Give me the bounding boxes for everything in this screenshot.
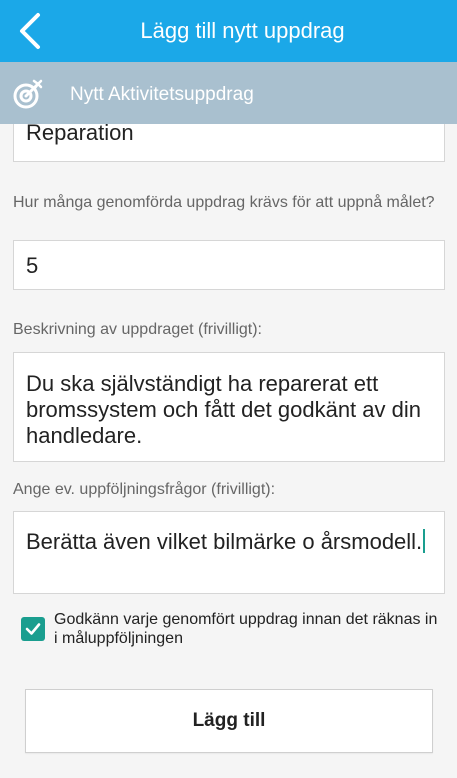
text-cursor	[423, 529, 426, 553]
page-title: Lägg till nytt uppdrag	[140, 18, 345, 43]
approve-checkbox-label: Godkänn varje genomfört uppdrag innan de…	[54, 611, 438, 647]
count-label: Hur många genomförda uppdrag krävs för a…	[13, 194, 435, 211]
description-textarea[interactable]: Du ska självständigt ha reparerat ett br…	[13, 352, 445, 462]
mission-name-input[interactable]: Reparation	[13, 124, 445, 162]
approve-checkbox[interactable]	[21, 617, 45, 641]
followup-textarea[interactable]: Berätta även vilket bilmärke o årsmodell…	[13, 511, 445, 594]
followup-label: Ange ev. uppföljningsfrågor (frivilligt)…	[13, 481, 276, 498]
checkmark-icon	[25, 623, 41, 635]
form-scroll-area[interactable]: Reparation Hur många genomförda uppdrag …	[0, 124, 457, 778]
target-icon	[13, 79, 43, 109]
top-app-bar: Lägg till nytt uppdrag	[0, 0, 457, 62]
section-title: Nytt Aktivitetsuppdrag	[70, 84, 254, 105]
approve-checkbox-row[interactable]: Godkänn varje genomfört uppdrag innan de…	[21, 610, 441, 650]
app-screen: Lägg till nytt uppdrag Nytt Aktivitetsup…	[0, 0, 457, 778]
followup-text: Berätta även vilket bilmärke o årsmodell…	[26, 529, 423, 554]
count-input[interactable]: 5	[13, 240, 445, 290]
add-button[interactable]: Lägg till	[25, 689, 433, 753]
description-label: Beskrivning av uppdraget (frivilligt):	[13, 321, 262, 338]
section-header: Nytt Aktivitetsuppdrag	[0, 62, 457, 124]
